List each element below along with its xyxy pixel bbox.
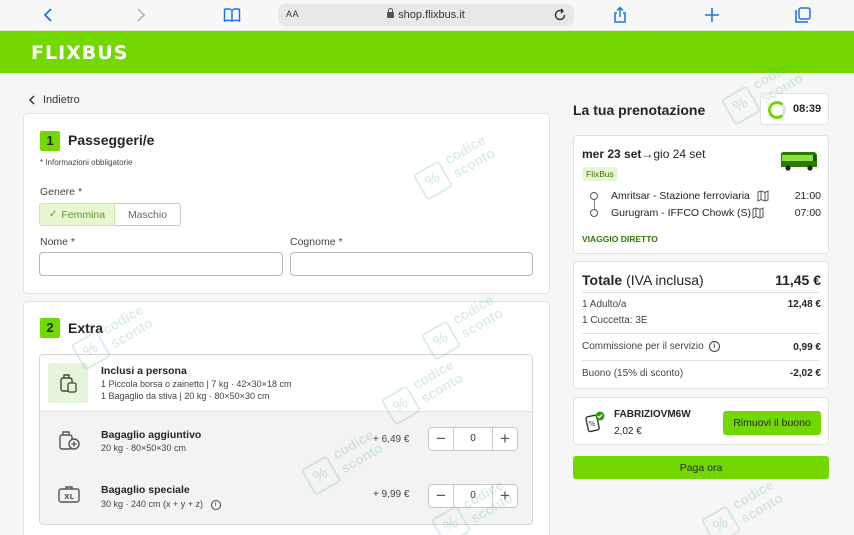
extra-item-additional-baggage: Bagaglio aggiuntivo 20 kg · 80×50×30 cm … <box>40 412 532 469</box>
decrement-button[interactable]: − <box>429 485 453 507</box>
new-tab-plus-icon[interactable] <box>701 5 723 25</box>
tabs-overview-icon[interactable] <box>792 5 814 25</box>
gender-label: Genere * <box>40 186 83 198</box>
reload-icon[interactable] <box>552 7 568 23</box>
countdown-timer: 08:39 <box>760 93 829 125</box>
operator-badge: FlixBus <box>582 167 618 181</box>
gender-option-male[interactable]: Maschio <box>115 203 181 226</box>
included-line-1: 1 Piccola borsa o zainetto | 7 kg · 42×3… <box>101 379 292 389</box>
pay-now-button[interactable]: Paga ora <box>573 456 829 479</box>
divider <box>582 333 820 334</box>
share-icon[interactable] <box>609 5 631 25</box>
timer-value: 08:39 <box>793 103 822 115</box>
voucher-code: FABRIZIOVM6W <box>614 409 691 420</box>
voucher-check-icon: % <box>585 411 605 433</box>
divider <box>582 292 820 293</box>
extra-item-desc: 20 kg · 80×50×30 cm <box>101 443 187 453</box>
remove-voucher-button[interactable]: Rimuovi il buono <box>723 411 821 435</box>
increment-button[interactable]: + <box>493 428 517 450</box>
total-label: Totale (IVA inclusa) <box>582 272 704 288</box>
flixbus-logo[interactable]: FLIXBUS <box>31 42 128 64</box>
bus-icon <box>781 152 817 171</box>
included-line-2: 1 Bagaglio da stiva | 20 kg · 80×50×30 c… <box>101 391 270 401</box>
extra-item-desc: 30 kg · 240 cm (x + y + z) <box>101 499 204 509</box>
total-value: 11,45 € <box>775 272 821 288</box>
fee-label: Commissione per il servizio i <box>582 341 720 352</box>
trip-date: mer 23 set→gio 24 set <box>582 147 706 161</box>
first-name-input[interactable] <box>39 252 283 276</box>
decrement-button[interactable]: − <box>429 428 453 450</box>
luggage-plus-icon <box>59 431 80 450</box>
check-icon: ✓ <box>48 209 58 220</box>
last-name-label: Cognome * <box>290 236 343 248</box>
step-number-1: 1 <box>40 131 60 151</box>
included-baggage-icon <box>48 363 88 403</box>
extra-item-price: + 6,49 € <box>373 434 410 445</box>
url-text: shop.flixbus.it <box>398 9 465 21</box>
info-icon[interactable]: i <box>210 499 221 510</box>
forward-arrow-icon[interactable] <box>129 5 151 25</box>
booking-title: La tua prenotazione <box>573 102 706 118</box>
svg-text:XL: XL <box>64 493 74 501</box>
extra-item-special-baggage: XL Bagaglio speciale 30 kg · 240 cm (x +… <box>40 469 532 524</box>
timer-ring-icon <box>768 101 786 119</box>
browser-toolbar: AA shop.flixbus.it <box>0 0 854 31</box>
adult-label: 1 Adulto/a <box>582 299 627 310</box>
quantity-stepper: − 0 + <box>428 427 518 451</box>
extras-list: Inclusi a persona 1 Piccola borsa o zain… <box>39 354 533 525</box>
extra-item-title: Bagaglio speciale <box>101 484 190 496</box>
back-arrow-icon[interactable] <box>38 5 60 25</box>
gender-option-female[interactable]: ✓ Femmina <box>39 203 115 226</box>
svg-text:%: % <box>589 420 596 428</box>
map-icon[interactable] <box>757 190 769 202</box>
map-icon[interactable] <box>752 207 764 219</box>
berth-label: 1 Cuccetta: 3E <box>582 315 648 326</box>
quantity-value[interactable]: 0 <box>453 485 493 507</box>
last-name-input[interactable] <box>290 252 533 276</box>
quantity-value[interactable]: 0 <box>453 428 493 450</box>
fee-value: 0,99 € <box>793 342 821 353</box>
included-title: Inclusi a persona <box>101 365 187 377</box>
lock-icon <box>387 8 395 18</box>
first-name-label: Nome * <box>40 236 76 248</box>
back-link-label: Indietro <box>43 94 80 106</box>
info-icon[interactable]: i <box>708 341 720 352</box>
extra-item-title: Bagaglio aggiuntivo <box>101 429 202 441</box>
departure-dot-icon <box>590 192 598 200</box>
required-note: * Informazioni obbligatorie <box>40 158 133 167</box>
adult-value: 12,48 € <box>787 299 821 310</box>
increment-button[interactable]: + <box>493 485 517 507</box>
extra-item-price: + 9,99 € <box>373 489 410 500</box>
departure-time: 21:00 <box>794 190 821 202</box>
arrival-time: 07:00 <box>794 207 821 219</box>
arrival-dot-icon <box>590 209 598 217</box>
quantity-stepper: − 0 + <box>428 484 518 508</box>
arrival-stop: Gurugram - IFFCO Chowk (S) <box>611 207 752 219</box>
bookmarks-icon[interactable] <box>221 5 243 25</box>
step-number-2: 2 <box>40 318 60 338</box>
address-bar[interactable]: AA shop.flixbus.it <box>278 4 574 26</box>
divider <box>582 360 820 361</box>
extras-title: Extra <box>68 320 104 336</box>
passengers-title: Passeggeri/e <box>68 132 155 148</box>
departure-stop: Amritsar - Stazione ferroviaria <box>611 190 750 202</box>
voucher-discount-value: -2,02 € <box>789 368 821 379</box>
chevron-left-icon <box>28 95 35 105</box>
included-baggage-row: Inclusi a persona 1 Piccola borsa o zain… <box>40 355 532 412</box>
site-header: FLIXBUS <box>0 31 854 73</box>
xl-luggage-icon: XL <box>58 486 80 503</box>
direct-trip-label: VIAGGIO DIRETTO <box>582 234 658 244</box>
voucher-amount: 2,02 € <box>614 426 642 437</box>
voucher-discount-label: Buono (15% di sconto) <box>582 368 684 379</box>
back-link[interactable]: Indietro <box>28 94 80 106</box>
